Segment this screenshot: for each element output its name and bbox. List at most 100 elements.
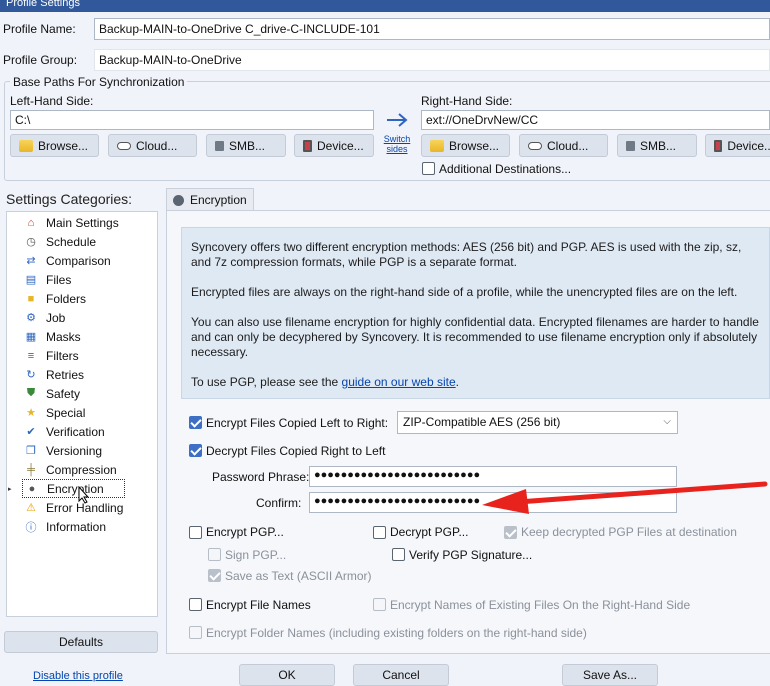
window-title: Profile Settings: [6, 0, 80, 9]
info-p4-prefix: To use PGP, please see the: [191, 375, 342, 389]
encrypt-folder-names-checkbox[interactable]: [189, 626, 202, 639]
verify-pgp-label: Verify PGP Signature...: [409, 548, 533, 562]
sidebar-item-label: Versioning: [46, 443, 103, 458]
sidebar-item-label: Schedule: [46, 234, 97, 249]
info-paragraph-1: Syncovery offers two different encryptio…: [191, 240, 742, 269]
smb-icon: [215, 140, 224, 151]
versions-icon: ❐: [26, 445, 36, 457]
defaults-button[interactable]: Defaults: [4, 631, 158, 653]
decrypt-pgp-label: Decrypt PGP...: [390, 525, 469, 539]
encryption-info-box: Syncovery offers two different encryptio…: [181, 227, 770, 399]
sidebar-item-job[interactable]: ⚙ Job: [24, 308, 65, 327]
right-browse-button[interactable]: Browse...: [421, 134, 510, 157]
sidebar-item-comparison[interactable]: ⇄ Comparison: [24, 251, 111, 270]
lock-icon: [173, 194, 184, 206]
tab-encryption[interactable]: Encryption: [166, 188, 254, 211]
keep-decrypted-checkbox[interactable]: [504, 526, 517, 539]
house-icon: ⌂: [27, 216, 35, 229]
settings-categories-title: Settings Categories:: [6, 191, 133, 207]
sign-pgp-checkbox[interactable]: [208, 548, 221, 561]
right-smb-button[interactable]: SMB...: [617, 134, 697, 157]
encrypt-files-checkbox[interactable]: [189, 416, 202, 429]
save-as-text-checkbox[interactable]: [208, 569, 221, 582]
right-side-label: Right-Hand Side:: [421, 94, 513, 108]
sidebar-item-special[interactable]: ★ Special: [24, 403, 85, 422]
sidebar-item-label: Retries: [46, 367, 85, 382]
sidebar-item-label: Folders: [46, 291, 87, 306]
disable-profile-link[interactable]: Disable this profile: [33, 670, 123, 682]
base-paths-title: Base Paths For Synchronization: [10, 75, 188, 89]
sidebar-item-verification[interactable]: ✔ Verification: [24, 422, 104, 441]
info-p4-suffix: .: [455, 375, 459, 389]
sidebar-item-schedule[interactable]: ◷ Schedule: [24, 232, 96, 251]
encrypt-pgp-checkbox[interactable]: [189, 526, 202, 539]
smb-icon: [626, 140, 635, 151]
profile-name-label: Profile Name:: [3, 22, 76, 36]
right-device-button[interactable]: Device...: [705, 134, 770, 157]
sidebar-item-safety[interactable]: ⛊ Safety: [24, 384, 80, 403]
additional-destinations-label: Additional Destinations...: [439, 162, 572, 176]
ok-button[interactable]: OK: [239, 664, 335, 686]
sidebar-item-main-settings[interactable]: ⌂ Main Settings: [24, 213, 119, 232]
encrypt-files-label: Encrypt Files Copied Left to Right:: [206, 416, 389, 430]
encryption-method-select[interactable]: ZIP-Compatible AES (256 bit) ⌵: [397, 411, 678, 434]
pgp-guide-link[interactable]: guide on our web site: [342, 375, 456, 389]
left-browse-label: Browse...: [38, 138, 89, 153]
lock-icon: ●: [28, 482, 36, 495]
sidebar-item-error-handling[interactable]: ⚠ Error Handling: [24, 498, 123, 517]
mouse-cursor-icon: [78, 485, 90, 507]
sidebar-item-label: Comparison: [46, 253, 111, 268]
left-side-label: Left-Hand Side:: [10, 94, 94, 108]
sidebar-item-folders[interactable]: ■ Folders: [24, 289, 86, 308]
additional-destinations-checkbox[interactable]: [422, 162, 435, 175]
profile-name-input[interactable]: Backup-MAIN-to-OneDrive C_drive-C-INCLUD…: [94, 18, 770, 40]
profile-group-input[interactable]: Backup-MAIN-to-OneDrive: [94, 49, 770, 71]
sidebar-item-information[interactable]: ⓘ Information: [24, 517, 107, 536]
left-browse-button[interactable]: Browse...: [10, 134, 99, 157]
save-as-button[interactable]: Save As...: [562, 664, 658, 686]
sidebar-item-files[interactable]: ▤ Files: [24, 270, 72, 289]
left-smb-button[interactable]: SMB...: [206, 134, 286, 157]
sidebar-item-compression[interactable]: ╪ Compression: [24, 460, 117, 479]
sign-pgp-label: Sign PGP...: [225, 548, 287, 562]
folder-icon: [19, 139, 33, 152]
decrypt-pgp-checkbox[interactable]: [373, 526, 386, 539]
left-device-button[interactable]: Device...: [294, 134, 374, 157]
encrypt-existing-names-checkbox[interactable]: [373, 598, 386, 611]
encrypt-pgp-label: Encrypt PGP...: [206, 525, 284, 539]
encrypt-file-names-label: Encrypt File Names: [206, 598, 311, 612]
info-paragraph-2: Encrypted files are always on the right-…: [191, 285, 738, 299]
left-device-label: Device...: [317, 138, 364, 153]
right-cloud-button[interactable]: Cloud...: [519, 134, 608, 157]
sidebar-item-encryption[interactable]: ● Encryption: [22, 479, 125, 498]
left-cloud-label: Cloud...: [136, 138, 178, 153]
cancel-button[interactable]: Cancel: [353, 664, 449, 686]
decrypt-files-checkbox[interactable]: [189, 444, 202, 457]
folder-icon: [430, 139, 444, 152]
save-as-text-label: Save as Text (ASCII Armor): [225, 569, 372, 583]
left-cloud-button[interactable]: Cloud...: [108, 134, 197, 157]
clock-icon: ◷: [26, 236, 36, 248]
keep-decrypted-label: Keep decrypted PGP Files at destination: [521, 525, 737, 539]
encrypt-file-names-checkbox[interactable]: [189, 598, 202, 611]
job-icon: ⚙: [26, 312, 36, 324]
chevron-down-icon: ⌵: [663, 416, 671, 427]
sidebar-item-label: Encryption: [47, 481, 104, 496]
arrow-right-icon[interactable]: [386, 111, 410, 129]
masks-icon: ▦: [25, 331, 37, 343]
sidebar-item-versioning[interactable]: ❐ Versioning: [24, 441, 102, 460]
verify-pgp-checkbox[interactable]: [392, 548, 405, 561]
right-path-input[interactable]: ext://OneDrvNew/CC: [421, 110, 770, 130]
password-label: Password Phrase:: [212, 470, 310, 484]
confirm-label: Confirm:: [256, 496, 302, 510]
sidebar-item-label: Masks: [46, 329, 81, 344]
device-icon: [303, 139, 312, 152]
switch-sides-link[interactable]: Switch sides: [381, 134, 413, 154]
info-paragraph-4: To use PGP, please see the guide on our …: [191, 375, 759, 390]
sidebar-item-retries[interactable]: ↻ Retries: [24, 365, 84, 384]
sidebar-item-masks[interactable]: ▦ Masks: [24, 327, 81, 346]
cloud-icon: [528, 141, 542, 150]
left-path-input[interactable]: C:\: [10, 110, 374, 130]
files-icon: ▤: [25, 274, 37, 286]
sidebar-item-filters[interactable]: ≡ Filters: [24, 346, 79, 365]
